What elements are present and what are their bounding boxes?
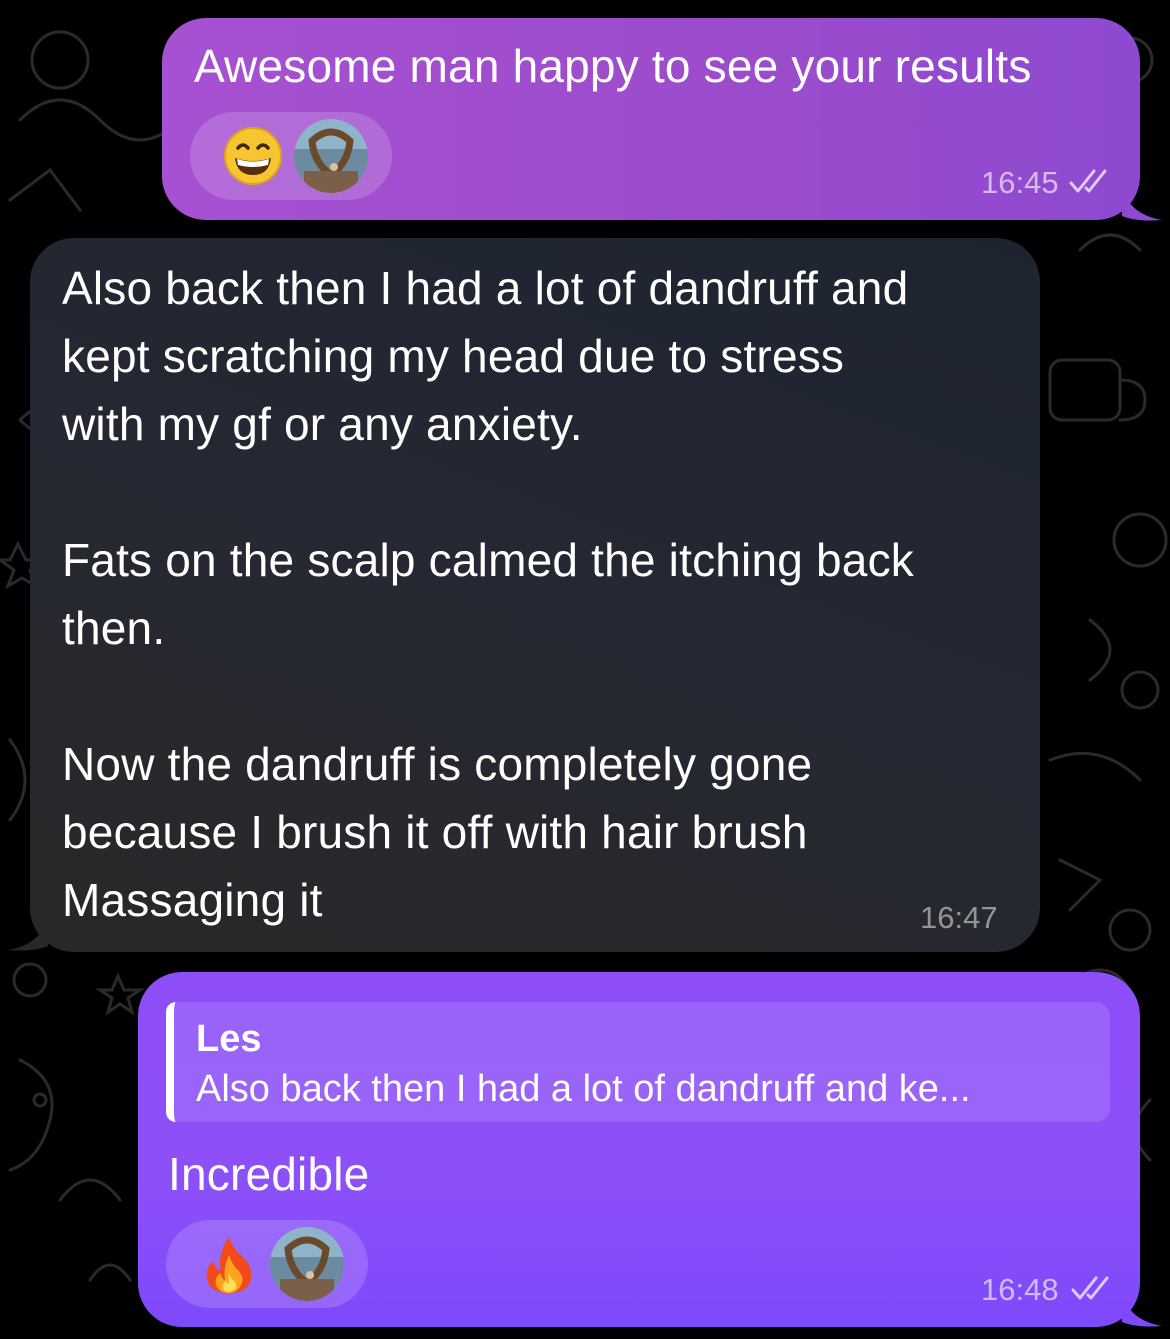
message-line: Fats on the scalp calmed the itching bac… (62, 534, 914, 586)
reactions-row[interactable] (166, 1220, 368, 1308)
message-timestamp: 16:45 (981, 165, 1059, 200)
message-line: with my gf or any anxiety. (62, 398, 583, 450)
reply-quote[interactable]: Les Also back then I had a lot of dandru… (166, 1002, 1110, 1122)
double-check-icon (1071, 1276, 1109, 1300)
message-line: Now the dandruff is completely gone (62, 738, 813, 790)
message-line: kept scratching my head due to stress (62, 330, 845, 382)
message-timestamp: 16:47 (920, 900, 998, 935)
message-line: Also back then I had a lot of dandruff a… (62, 262, 909, 314)
message-text: Awesome man happy to see your results (194, 40, 1032, 92)
fire-icon[interactable] (198, 1233, 260, 1295)
outgoing-message-bubble[interactable]: Awesome man happy to see your results 16… (162, 18, 1140, 220)
message-line: Massaging it (62, 874, 323, 926)
incoming-message-bubble[interactable]: Also back then I had a lot of dandruff a… (30, 238, 1040, 952)
reply-author: Les (196, 1018, 262, 1060)
reactor-avatar[interactable] (294, 119, 368, 193)
message-text: Incredible (168, 1148, 370, 1200)
message-timestamp: 16:48 (981, 1272, 1059, 1307)
reply-preview-text: Also back then I had a lot of dandruff a… (196, 1068, 971, 1110)
grinning-face-icon[interactable] (222, 125, 284, 187)
message-line: then. (62, 602, 166, 654)
reactions-row[interactable] (190, 112, 392, 200)
reactor-avatar[interactable] (270, 1227, 344, 1301)
double-check-icon (1069, 169, 1107, 193)
message-line: because I brush it off with hair brush (62, 806, 808, 858)
